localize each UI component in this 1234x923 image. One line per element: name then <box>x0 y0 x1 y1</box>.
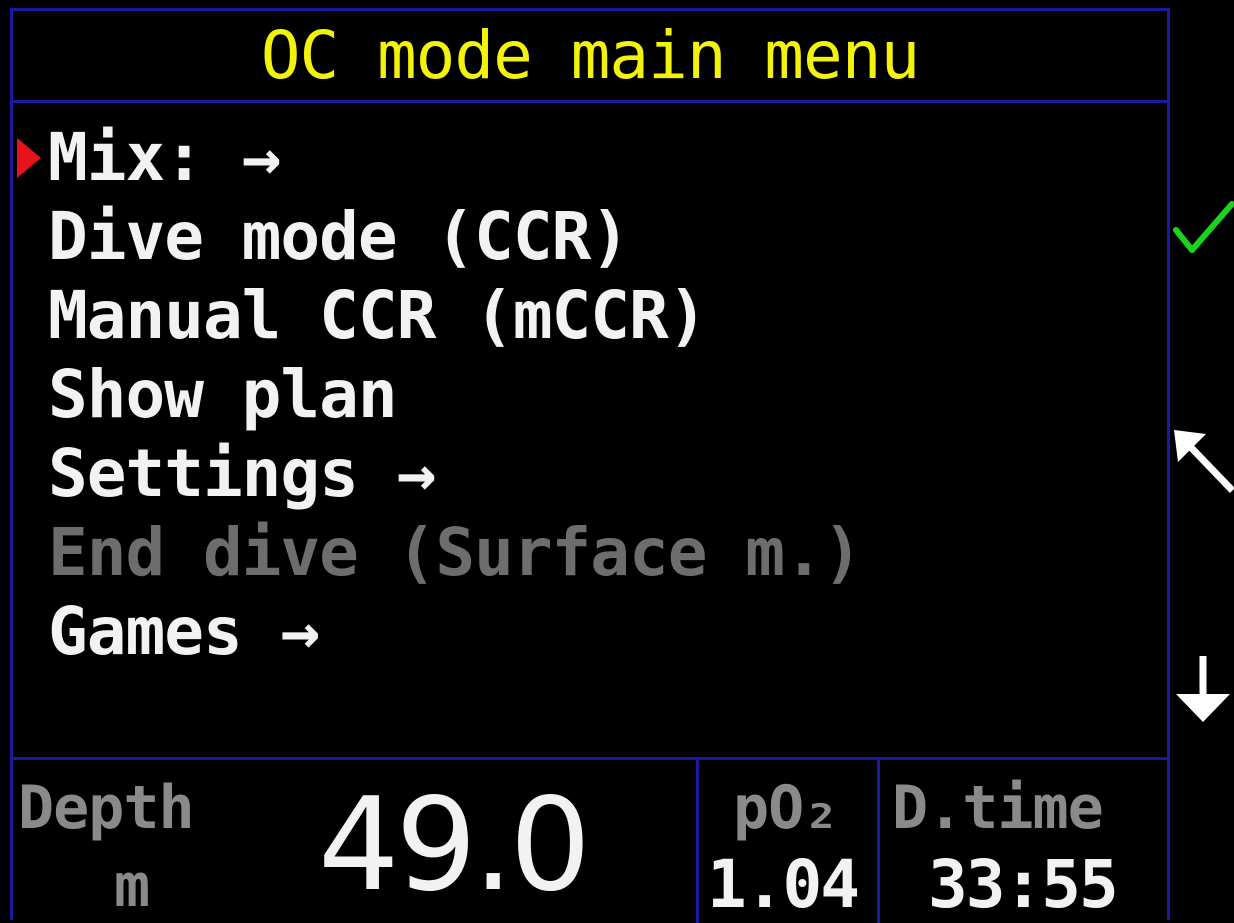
po2-value: 1.04 <box>707 846 860 923</box>
dive-time-label: D.time <box>892 773 1104 843</box>
depth-unit: m <box>114 851 150 921</box>
side-button-hints <box>1172 0 1234 920</box>
depth-label: Depth <box>18 773 195 843</box>
depth-value-cell: 49.0 <box>310 760 690 923</box>
status-bar: Depth m 49.0 pO₂ 1.04 D.time 33:55 <box>10 757 1170 923</box>
po2-cell: pO₂ 1.04 <box>699 760 877 923</box>
menu-item-manual-ccr[interactable]: Manual CCR (mCCR) <box>48 276 1148 355</box>
selection-cursor-icon <box>17 138 41 178</box>
menu-item-mix[interactable]: Mix: → <box>48 118 1148 197</box>
menu-item-end-dive: End dive (Surface m.) <box>48 514 862 591</box>
menu-item-games[interactable]: Games → <box>48 592 1148 671</box>
dive-time-cell: D.time 33:55 <box>880 760 1170 923</box>
depth-cell: Depth m <box>18 760 258 923</box>
menu-item-settings[interactable]: Settings → <box>48 434 1148 513</box>
menu-item-dive-mode[interactable]: Dive mode (CCR) <box>48 197 1148 276</box>
menu-item-show-plan[interactable]: Show plan <box>48 355 1148 434</box>
dive-time-value: 33:55 <box>928 846 1119 923</box>
po2-label: pO₂ <box>733 773 839 843</box>
title-bar: OC mode main menu <box>13 11 1167 103</box>
main-menu: Mix: → Dive mode (CCR) Manual CCR (mCCR)… <box>48 118 1148 671</box>
checkmark-icon[interactable] <box>1172 196 1234 262</box>
arrow-up-left-icon[interactable] <box>1172 426 1234 500</box>
page-title: OC mode main menu <box>260 16 921 94</box>
depth-value: 49.0 <box>318 771 591 920</box>
arrow-down-icon[interactable] <box>1172 652 1234 728</box>
